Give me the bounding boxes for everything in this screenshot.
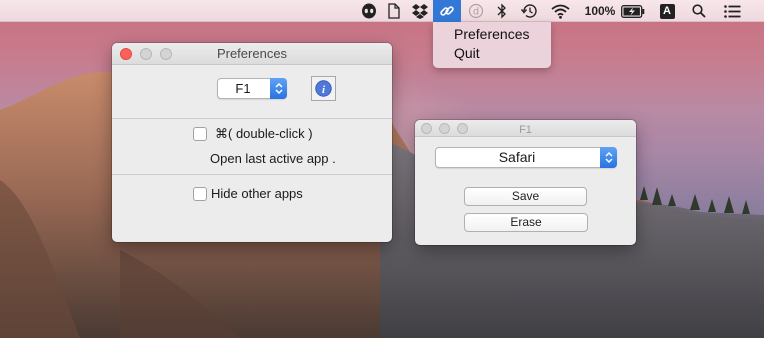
document-icon[interactable] xyxy=(385,0,403,22)
app-select-value: Safari xyxy=(498,149,536,165)
window-title: F1 xyxy=(519,124,532,136)
zoom-button[interactable] xyxy=(160,48,172,60)
key-select[interactable]: F1 xyxy=(217,78,287,99)
minimize-button[interactable] xyxy=(140,48,152,60)
alien-icon[interactable] xyxy=(359,0,379,22)
chevron-updown-icon xyxy=(270,78,287,99)
erase-button[interactable]: Erase xyxy=(464,213,588,232)
hide-other-apps-checkbox[interactable] xyxy=(193,187,207,201)
separator xyxy=(112,174,392,175)
bluetooth-icon[interactable] xyxy=(494,0,510,22)
close-button[interactable] xyxy=(421,123,432,134)
svg-text:d: d xyxy=(473,7,479,18)
battery-icon[interactable] xyxy=(620,0,646,22)
info-icon: i xyxy=(315,80,332,97)
hide-other-apps-label: Hide other apps xyxy=(211,186,303,201)
window-title: Preferences xyxy=(216,46,288,61)
status-menu-dropdown: Preferences Quit xyxy=(433,22,551,68)
minimize-button[interactable] xyxy=(439,123,450,134)
link-icon[interactable] xyxy=(433,0,461,22)
shortcut-label: ⌘( double-click ) xyxy=(215,126,313,141)
spotlight-search-icon[interactable] xyxy=(689,0,709,22)
notification-center-icon[interactable] xyxy=(720,0,744,22)
battery-percent-label[interactable]: 100% xyxy=(580,0,620,22)
f1-titlebar[interactable]: F1 xyxy=(415,120,636,137)
dropbox-icon[interactable] xyxy=(409,0,431,22)
chevron-updown-icon xyxy=(600,147,617,168)
zoom-button[interactable] xyxy=(457,123,468,134)
save-button[interactable]: Save xyxy=(464,187,587,206)
wifi-icon[interactable] xyxy=(548,0,572,22)
menu-bar: d 100% A xyxy=(0,0,764,22)
battery-percent: 100% xyxy=(584,4,616,18)
close-button[interactable] xyxy=(120,48,132,60)
shortcut-description: Open last active app . xyxy=(210,151,336,166)
app-select[interactable]: Safari xyxy=(435,147,617,168)
preferences-titlebar[interactable]: Preferences xyxy=(112,43,392,65)
f1-window: F1 Safari Save Erase xyxy=(415,120,636,245)
d-circle-icon[interactable]: d xyxy=(466,0,486,22)
menu-item-preferences[interactable]: Preferences xyxy=(433,25,551,44)
info-button[interactable]: i xyxy=(311,76,336,101)
preferences-window: Preferences F1 i ⌘( double-click ) Open … xyxy=(112,43,392,242)
input-source-icon[interactable]: A xyxy=(656,0,678,22)
separator xyxy=(112,118,392,119)
key-select-value: F1 xyxy=(235,81,251,96)
shortcut-checkbox[interactable] xyxy=(193,127,207,141)
time-machine-icon[interactable] xyxy=(518,0,540,22)
menu-item-quit[interactable]: Quit xyxy=(433,44,551,63)
input-source-letter: A xyxy=(659,3,675,19)
